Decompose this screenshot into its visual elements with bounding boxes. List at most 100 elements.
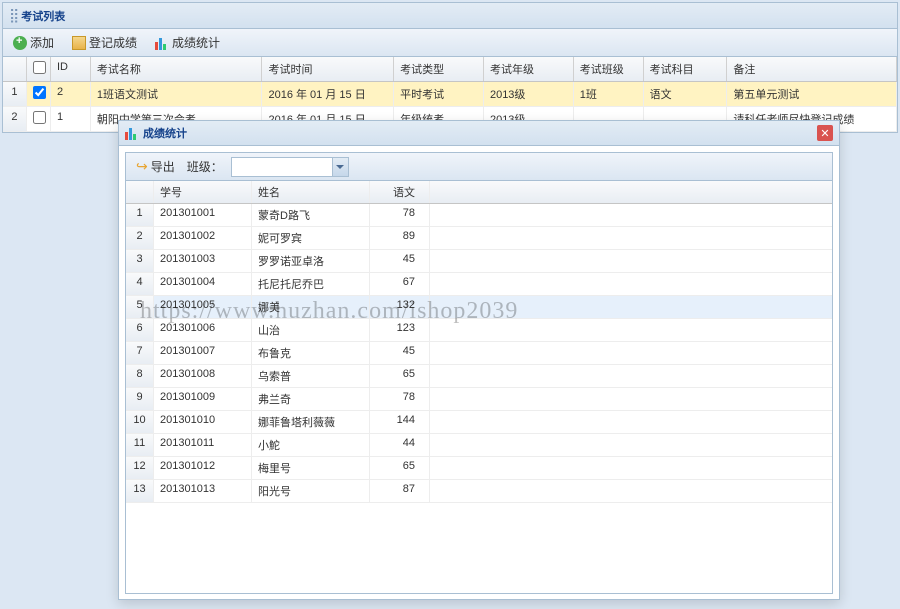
table-row[interactable]: 1201301001蒙奇D路飞78: [126, 204, 832, 227]
cell-sid: 201301009: [154, 388, 252, 410]
close-button[interactable]: ✕: [817, 125, 833, 141]
row-checkbox[interactable]: [33, 111, 46, 124]
cell-score: 44: [370, 434, 430, 456]
table-row[interactable]: 121班语文测试2016 年 01 月 15 日平时考试2013级1班语文第五单…: [3, 82, 897, 107]
header-grade[interactable]: 考试年级: [484, 57, 574, 81]
row-number: 4: [126, 273, 154, 295]
row-checkbox[interactable]: [33, 86, 46, 99]
cell-time: 2016 年 01 月 15 日: [262, 82, 394, 106]
cell-type: 平时考试: [394, 82, 484, 106]
cell-student-name: 娜美: [252, 296, 370, 318]
table-row[interactable]: 4201301004托尼托尼乔巴67: [126, 273, 832, 296]
table-row[interactable]: 12201301012梅里号65: [126, 457, 832, 480]
cell-score: 45: [370, 342, 430, 364]
row-number: 9: [126, 388, 154, 410]
stats-grid-header: 学号 姓名 语文: [126, 181, 832, 204]
class-combo[interactable]: [231, 157, 349, 177]
add-label: 添加: [30, 34, 54, 51]
table-row[interactable]: 5201301005娜美132: [126, 296, 832, 319]
cell-sid: 201301003: [154, 250, 252, 272]
cell-score: 65: [370, 365, 430, 387]
table-row[interactable]: 13201301013阳光号87: [126, 480, 832, 503]
stats-button[interactable]: 成绩统计: [151, 32, 224, 53]
chevron-down-icon[interactable]: [332, 158, 348, 176]
stats-label: 成绩统计: [172, 34, 220, 51]
drag-handle-icon: ⣿: [9, 7, 17, 24]
add-button[interactable]: 添加: [9, 32, 58, 53]
cell-student-name: 布鲁克: [252, 342, 370, 364]
cell-name: 1班语文测试: [91, 82, 263, 106]
table-row[interactable]: 3201301003罗罗诺亚卓洛45: [126, 250, 832, 273]
header-student-name[interactable]: 姓名: [252, 181, 370, 203]
cell-student-name: 托尼托尼乔巴: [252, 273, 370, 295]
cell-score: 87: [370, 480, 430, 502]
table-row[interactable]: 7201301007布鲁克45: [126, 342, 832, 365]
page-title: 考试列表: [21, 8, 65, 24]
cell-sid: 201301011: [154, 434, 252, 456]
register-scores-button[interactable]: 登记成绩: [68, 32, 141, 53]
class-label: 班级：: [187, 158, 223, 175]
cell-sid: 201301001: [154, 204, 252, 226]
register-icon: [72, 36, 86, 50]
cell-sid: 201301008: [154, 365, 252, 387]
cell-student-name: 蒙奇D路飞: [252, 204, 370, 226]
table-row[interactable]: 2201301002妮可罗宾89: [126, 227, 832, 250]
export-icon: ↪: [136, 158, 148, 175]
row-number: 10: [126, 411, 154, 433]
cell-sid: 201301006: [154, 319, 252, 341]
stats-icon: [125, 126, 139, 140]
header-subject[interactable]: 考试科目: [644, 57, 728, 81]
panel-header: ⣿ 考试列表: [3, 3, 897, 29]
class-input[interactable]: [232, 161, 332, 173]
main-toolbar: 添加 登记成绩 成绩统计: [3, 29, 897, 57]
header-type[interactable]: 考试类型: [394, 57, 484, 81]
cell-student-name: 妮可罗宾: [252, 227, 370, 249]
cell-score: 45: [370, 250, 430, 272]
cell-score: 67: [370, 273, 430, 295]
cell-score: 123: [370, 319, 430, 341]
row-checkbox-cell: [27, 107, 51, 131]
cell-score: 78: [370, 204, 430, 226]
row-checkbox-cell: [27, 82, 51, 106]
header-checkbox[interactable]: [27, 57, 51, 81]
header-name[interactable]: 考试名称: [91, 57, 263, 81]
row-number: 2: [126, 227, 154, 249]
dialog-body: ↪ 导出 班级： 学号 姓名 语文 1201301001蒙奇D路飞7822013…: [125, 152, 833, 594]
cell-student-name: 弗兰奇: [252, 388, 370, 410]
row-number: 6: [126, 319, 154, 341]
cell-sid: 201301010: [154, 411, 252, 433]
dialog-header[interactable]: 成绩统计 ✕: [119, 121, 839, 146]
row-number: 11: [126, 434, 154, 456]
header-rownum: [3, 57, 27, 81]
cell-note: 第五单元测试: [727, 82, 897, 106]
header-score[interactable]: 语文: [370, 181, 430, 203]
cell-sid: 201301004: [154, 273, 252, 295]
main-panel: ⣿ 考试列表 添加 登记成绩 成绩统计 ID 考试名称 考试时间 考试类型 考试…: [2, 2, 898, 133]
cell-grade: 2013级: [484, 82, 574, 106]
cell-score: 65: [370, 457, 430, 479]
header-note[interactable]: 备注: [727, 57, 897, 81]
dialog-title: 成绩统计: [143, 125, 187, 141]
header-time[interactable]: 考试时间: [262, 57, 394, 81]
row-number: 2: [3, 107, 27, 131]
export-button[interactable]: ↪ 导出: [132, 156, 179, 177]
header-rownum: [126, 181, 154, 203]
table-row[interactable]: 8201301008乌索普65: [126, 365, 832, 388]
cell-id: 2: [51, 82, 91, 106]
cell-sid: 201301002: [154, 227, 252, 249]
select-all-checkbox[interactable]: [33, 61, 46, 74]
exam-grid-header: ID 考试名称 考试时间 考试类型 考试年级 考试班级 考试科目 备注: [3, 57, 897, 82]
row-number: 12: [126, 457, 154, 479]
table-row[interactable]: 6201301006山治123: [126, 319, 832, 342]
header-sid[interactable]: 学号: [154, 181, 252, 203]
cell-sid: 201301013: [154, 480, 252, 502]
table-row[interactable]: 9201301009弗兰奇78: [126, 388, 832, 411]
table-row[interactable]: 10201301010娜菲鲁塔利薇薇144: [126, 411, 832, 434]
header-class[interactable]: 考试班级: [574, 57, 644, 81]
row-number: 8: [126, 365, 154, 387]
row-number: 5: [126, 296, 154, 318]
table-row[interactable]: 11201301011小鮀44: [126, 434, 832, 457]
cell-score: 89: [370, 227, 430, 249]
cell-student-name: 乌索普: [252, 365, 370, 387]
header-id[interactable]: ID: [51, 57, 91, 81]
